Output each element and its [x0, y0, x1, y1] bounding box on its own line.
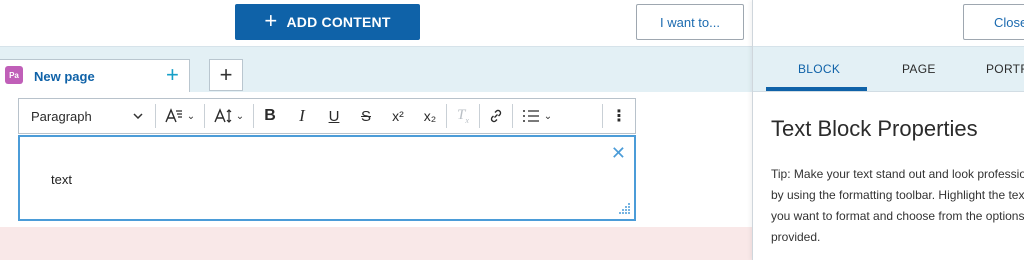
- text-block-editor[interactable]: text ✕: [18, 135, 636, 221]
- page-tab-strip: Pa New page + +: [0, 46, 752, 95]
- more-options-icon: ⋮: [611, 108, 627, 125]
- panel-title: Text Block Properties: [771, 116, 978, 141]
- tab-new-page[interactable]: Pa New page +: [0, 59, 190, 95]
- list-icon: [522, 110, 539, 122]
- clear-formatting-icon: Tx: [457, 107, 469, 125]
- page-type-badge: Pa: [5, 66, 23, 84]
- formatting-toolbar: Paragraph ⌄ ⌄ B I U S x² x₂ Tx ⌄ ⋮: [18, 98, 636, 134]
- strikethrough-icon: S: [360, 107, 371, 125]
- tip-line: you want to format and choose from the o…: [771, 209, 1024, 223]
- block-format-value: Paragraph: [31, 108, 92, 124]
- plus-icon: +: [264, 8, 278, 33]
- link-icon: [490, 109, 502, 123]
- text-size-button[interactable]: ⌄: [205, 99, 253, 133]
- bold-icon: B: [264, 107, 276, 124]
- add-page-tab-button[interactable]: +: [209, 59, 243, 91]
- link-button[interactable]: [480, 99, 512, 133]
- add-content-label: ADD CONTENT: [286, 14, 391, 30]
- drop-zone-band: [0, 227, 752, 260]
- resize-grip-icon[interactable]: [617, 202, 631, 216]
- underline-button[interactable]: U: [318, 99, 350, 133]
- chevron-down-icon: ⌄: [235, 110, 245, 122]
- subscript-icon: x₂: [423, 108, 437, 124]
- add-subpage-icon[interactable]: +: [166, 62, 179, 88]
- clear-formatting-button[interactable]: Tx: [447, 99, 479, 133]
- active-tab-indicator: [766, 87, 867, 91]
- i-want-to-button[interactable]: I want to...: [636, 4, 744, 40]
- page-builder-screen: + ADD CONTENT I want to... Pa New page +…: [0, 0, 1024, 260]
- text-block-content[interactable]: text: [51, 172, 72, 187]
- tab-portfolio[interactable]: PORTFO: [986, 62, 1024, 76]
- editor-area: + ADD CONTENT I want to... Pa New page +…: [0, 0, 752, 260]
- more-options-button[interactable]: ⋮: [603, 99, 635, 133]
- tab-page[interactable]: PAGE: [902, 62, 936, 76]
- close-panel-button[interactable]: Close: [963, 4, 1024, 40]
- close-icon[interactable]: ✕: [611, 143, 626, 164]
- font-style-icon: [165, 108, 182, 123]
- chevron-down-icon: [133, 113, 143, 119]
- superscript-icon: x²: [392, 108, 404, 124]
- bold-button[interactable]: B: [254, 99, 286, 133]
- tip-line: provided.: [771, 230, 821, 244]
- block-format-select[interactable]: Paragraph: [19, 99, 155, 133]
- text-size-icon: [214, 108, 232, 123]
- chevron-down-icon: ⌄: [186, 110, 196, 122]
- list-button[interactable]: ⌄: [513, 99, 561, 133]
- panel-tab-bar: BLOCK PAGE PORTFO: [753, 46, 1024, 92]
- italic-icon: I: [299, 106, 305, 125]
- tab-label: New page: [34, 69, 95, 84]
- tip-line: by using the formatting toolbar. Highlig…: [771, 188, 1024, 202]
- chevron-down-icon: ⌄: [543, 110, 553, 122]
- font-style-button[interactable]: ⌄: [156, 99, 204, 133]
- plus-icon: +: [219, 62, 233, 87]
- subscript-button[interactable]: x₂: [414, 99, 446, 133]
- tip-line: Tip: Make your text stand out and look p…: [771, 167, 1024, 181]
- strikethrough-button[interactable]: S: [350, 99, 382, 133]
- properties-panel: Close BLOCK PAGE PORTFO Text Block Prope…: [752, 0, 1024, 260]
- underline-icon: U: [328, 107, 340, 125]
- superscript-button[interactable]: x²: [382, 99, 414, 133]
- add-content-button[interactable]: + ADD CONTENT: [235, 4, 420, 40]
- panel-tip-text: Tip: Make your text stand out and look p…: [771, 164, 1024, 248]
- tab-block[interactable]: BLOCK: [798, 62, 840, 76]
- editor-top-bar: + ADD CONTENT I want to...: [0, 0, 752, 46]
- italic-button[interactable]: I: [286, 99, 318, 133]
